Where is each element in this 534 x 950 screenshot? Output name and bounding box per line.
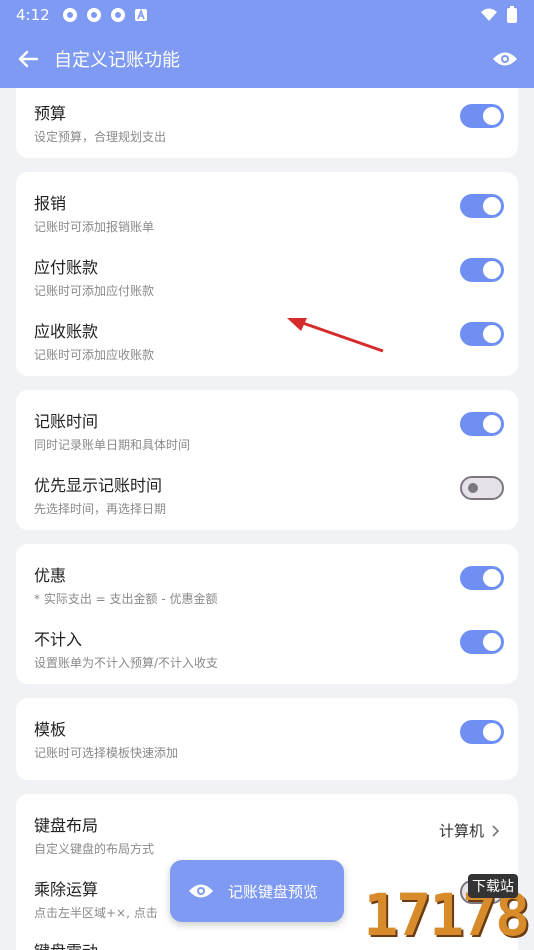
setting-title: 不计入 [34,630,83,649]
status-bar: 4:12 [0,0,534,30]
setting-budget[interactable]: 预算 设定预算，合理规划支出 [34,96,504,154]
toggle-knob [483,569,501,587]
toggle-knob [483,723,501,741]
a-icon [134,8,147,21]
reimburse-toggle[interactable] [460,194,504,218]
setting-subtitle: 设置账单为不计入预算/不计入收支 [34,656,219,670]
card-template: 模板 记账时可选择模板快速添加 [16,698,518,780]
setting-subtitle: * 实际支出 = 支出金额 - 优惠金额 [34,592,218,606]
setting-show-time-first[interactable]: 优先显示记账时间 先选择时间，再选择日期 [34,468,504,526]
toggle-knob [483,415,501,433]
payable-toggle[interactable] [460,258,504,282]
card-time: 记账时间 同时记录账单日期和具体时间 优先显示记账时间 先选择时间，再选择日期 [16,390,518,530]
card-accounts: 报销 记账时可添加报销账单 应付账款 记账时可添加应付账款 应收账款 记账时可添… [16,172,518,376]
setting-record-time[interactable]: 记账时间 同时记录账单日期和具体时间 [34,404,504,462]
eye-icon [493,52,517,66]
setting-title: 乘除运算 [34,880,99,899]
discount-toggle[interactable] [460,566,504,590]
keyboard-layout-value-text: 计算机 [438,822,484,840]
status-icons [62,7,148,23]
setting-subtitle: 记账时可添加报销账单 [34,220,155,234]
setting-subtitle: 自定义键盘的布局方式 [34,842,155,856]
setting-discount[interactable]: 优惠 * 实际支出 = 支出金额 - 优惠金额 [34,558,504,616]
toggle-knob [468,483,478,493]
card-budget: 预算 设定预算，合理规划支出 [16,88,518,158]
status-time: 4:12 [16,6,50,24]
setting-subtitle: 设定预算，合理规划支出 [34,130,167,144]
toggle-knob [483,107,501,125]
preview-button[interactable] [490,44,520,74]
setting-title: 应付账款 [34,258,99,277]
setting-title: 键盘震动 [34,938,98,950]
battery-icon [507,6,517,23]
exclude-toggle[interactable] [460,630,504,654]
setting-payable[interactable]: 应付账款 记账时可添加应付账款 [34,250,504,308]
setting-title: 应收账款 [34,322,99,341]
settings-list[interactable]: 预算 设定预算，合理规划支出 报销 记账时可添加报销账单 应付账款 记账时可添加… [0,88,534,950]
toggle-knob [483,261,501,279]
watermark: 下载站 17178 [298,874,530,944]
status-right [480,6,518,24]
setting-title: 优惠 [34,566,67,585]
app-badge-icon [86,8,101,22]
setting-exclude[interactable]: 不计入 设置账单为不计入预算/不计入收支 [34,622,504,680]
setting-keyboard-layout[interactable]: 键盘布局 自定义键盘的布局方式 计算机 [34,808,518,866]
toggle-knob [483,633,501,651]
setting-title: 报销 [34,194,67,213]
toggle-knob [483,325,501,343]
budget-toggle[interactable] [460,104,504,128]
setting-title: 预算 [34,104,67,123]
setting-subtitle: 记账时可添加应收账款 [34,348,155,362]
app-badge-icon [110,8,125,22]
wifi-icon [481,8,497,21]
card-discount: 优惠 * 实际支出 = 支出金额 - 优惠金额 不计入 设置账单为不计入预算/不… [16,544,518,684]
record-time-toggle[interactable] [460,412,504,436]
keyboard-layout-value: 计算机 [439,820,500,841]
back-button[interactable] [14,45,42,73]
setting-template[interactable]: 模板 记账时可选择模板快速添加 [34,712,504,770]
setting-title: 优先显示记账时间 [34,476,163,495]
setting-subtitle: 记账时可选择模板快速添加 [34,746,179,760]
chevron-right-icon [492,824,500,837]
setting-subtitle: 记账时可添加应付账款 [34,284,155,298]
app-badge-icon [62,8,77,22]
template-toggle[interactable] [460,720,504,744]
show-time-first-toggle[interactable] [460,476,504,500]
toggle-knob [483,197,501,215]
setting-subtitle: 点击左半区域+×, 点击 [34,906,158,920]
setting-title: 模板 [34,720,67,739]
setting-subtitle: 先选择时间，再选择日期 [34,502,167,516]
page-title: 自定义记账功能 [54,50,180,71]
setting-title: 键盘布局 [34,816,99,835]
setting-receivable[interactable]: 应收账款 记账时可添加应收账款 [34,314,504,372]
eye-icon [189,884,213,898]
setting-subtitle: 同时记录账单日期和具体时间 [34,438,191,452]
setting-reimburse[interactable]: 报销 记账时可添加报销账单 [34,186,504,244]
app-bar: 自定义记账功能 [0,30,534,88]
watermark-badge: 下载站 [468,874,518,898]
setting-title: 记账时间 [34,412,99,431]
receivable-toggle[interactable] [460,322,504,346]
annotation-arrow [287,318,384,353]
back-arrow-icon [18,50,39,68]
